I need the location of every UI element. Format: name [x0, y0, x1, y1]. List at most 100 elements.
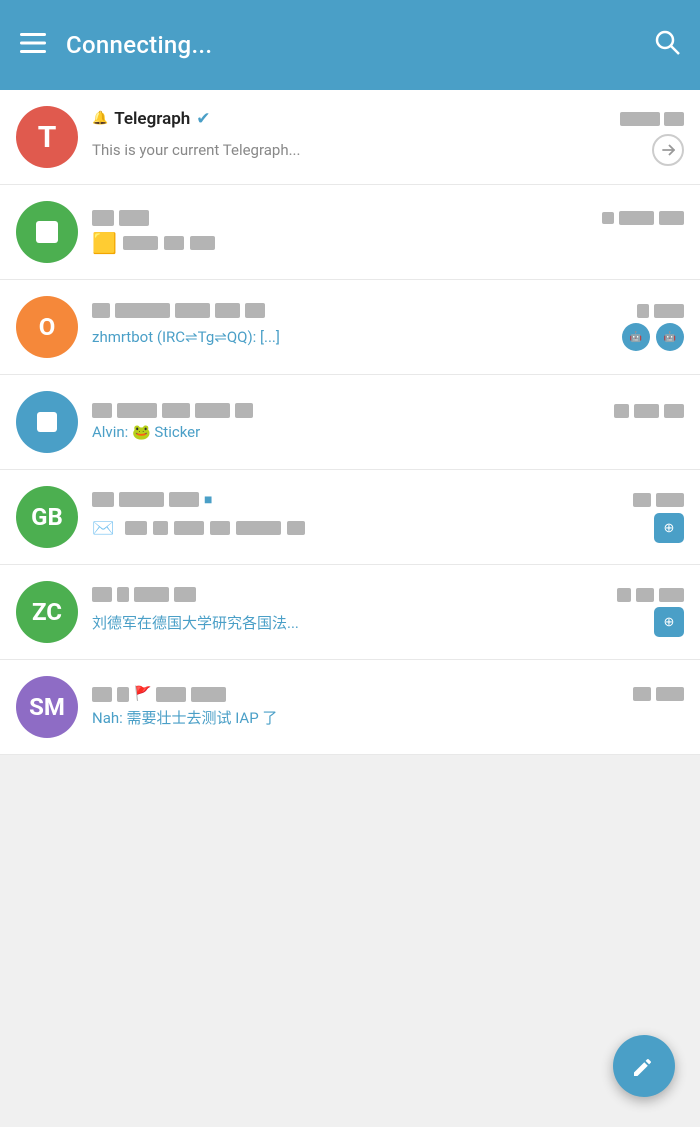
- chat-top: 🔔 Telegraph ✔: [92, 109, 684, 129]
- telegram-icons: 🔔: [92, 111, 108, 126]
- name-blocks: [92, 403, 253, 418]
- preview-blk4: [210, 521, 230, 535]
- chat-top: 🚩: [92, 686, 684, 702]
- name-blk: [245, 303, 265, 318]
- time-blk2: [656, 687, 684, 701]
- chat-content: zhmrtbot (IRC⇌Tg⇌QQ): [...] 🤖 🤖: [92, 303, 684, 351]
- avatar-inner: [36, 221, 58, 243]
- chat-top: [92, 303, 684, 318]
- time-blk3: [664, 404, 684, 418]
- name-blocks: [92, 210, 149, 226]
- chat-preview: This is your current Telegraph...: [92, 141, 644, 159]
- bot-icon: ⊕: [654, 607, 684, 637]
- name-blk: [175, 303, 210, 318]
- chat-item[interactable]: SM 🚩 Nah: 需要壮士去测试 IAP: [0, 660, 700, 755]
- time-blk2: [636, 588, 654, 602]
- chat-bottom: 刘德军在德国大学研究各国法... ⊕: [92, 607, 684, 637]
- preview-blk5: [236, 521, 281, 535]
- bot-avatar2: 🤖: [656, 323, 684, 351]
- preview-blk2: [164, 236, 184, 250]
- chat-preview: Alvin: 🐸 Sticker: [92, 423, 684, 441]
- name-blk: [134, 587, 169, 602]
- bot-icon-right: ⊕: [654, 513, 684, 543]
- name-blk: [191, 687, 226, 702]
- time-blk3: [659, 588, 684, 602]
- time-blk2: [656, 493, 684, 507]
- preview-blk3: [190, 236, 215, 250]
- preview-blk2: [153, 521, 168, 535]
- chat-content: Alvin: 🐸 Sticker: [92, 403, 684, 441]
- chat-item[interactable]: Alvin: 🐸 Sticker: [0, 375, 700, 470]
- chat-top: [92, 210, 684, 226]
- name-blk: [117, 687, 129, 702]
- flag-icon: 🚩: [134, 686, 151, 702]
- preview-row: 🟨: [92, 231, 215, 255]
- blk-blue: ■: [204, 491, 212, 508]
- time-blurred2: [664, 112, 684, 126]
- name-blk: [92, 303, 110, 318]
- chat-top: [92, 587, 684, 602]
- name-blk: [235, 403, 253, 418]
- emoji-gold: 🟨: [92, 231, 117, 255]
- chat-content: ■ ✉️: [92, 491, 684, 543]
- name-blk: [174, 587, 196, 602]
- chat-content: 刘德军在德国大学研究各国法... ⊕: [92, 587, 684, 637]
- chat-preview: zhmrtbot (IRC⇌Tg⇌QQ): [...]: [92, 328, 614, 346]
- name-blk: [92, 492, 114, 507]
- avatar: ZC: [16, 581, 78, 643]
- bot-avatar: 🤖: [622, 323, 650, 351]
- header: Connecting...: [0, 0, 700, 90]
- menu-icon[interactable]: [20, 30, 46, 60]
- time-blk2: [634, 404, 659, 418]
- chat-content: 🚩 Nah: 需要壮士去测试 IAP 了: [92, 686, 684, 728]
- time-blk2: [654, 304, 684, 318]
- chat-item[interactable]: ZC 刘德军在德国大学研究各国法...: [0, 565, 700, 660]
- chat-preview: 刘德军在德国大学研究各国法...: [92, 612, 646, 633]
- time-blk: [637, 304, 649, 318]
- name-blocks: [92, 303, 265, 318]
- name-blk: [92, 403, 112, 418]
- chat-item[interactable]: O zhmrtbot (IRC⇌Tg⇌QQ: [0, 280, 700, 375]
- header-title: Connecting...: [66, 31, 634, 59]
- time-area: [637, 304, 684, 318]
- chat-bottom: ✉️ ⊕: [92, 513, 684, 543]
- envelope-icon: ✉️: [92, 518, 114, 539]
- time-blk: [633, 493, 651, 507]
- chat-top: ■: [92, 491, 684, 508]
- bot-icon: ⊕: [654, 513, 684, 543]
- time-blk2: [619, 211, 654, 225]
- avatar: [16, 201, 78, 263]
- chat-top: [92, 403, 684, 418]
- name-blk: [117, 587, 129, 602]
- forward-icon[interactable]: [652, 134, 684, 166]
- name-blk: [162, 403, 190, 418]
- name-blocks: 🚩: [92, 686, 226, 702]
- chat-item[interactable]: 🟨: [0, 185, 700, 280]
- name-blk: [92, 587, 112, 602]
- preview-blk6: [287, 521, 305, 535]
- time-area: [633, 493, 684, 507]
- time-blk: [633, 687, 651, 701]
- time-area: [617, 588, 684, 602]
- page-wrapper: Connecting... T 🔔 Telegraph ✔: [0, 0, 700, 1127]
- chat-name: Telegraph: [114, 109, 190, 129]
- chat-bottom: Alvin: 🐸 Sticker: [92, 423, 684, 441]
- name-blk: [115, 303, 170, 318]
- chat-content: 🔔 Telegraph ✔ This is your current Teleg…: [92, 109, 684, 166]
- time-area: [602, 211, 684, 225]
- timestamp-area: [620, 112, 684, 126]
- chat-item[interactable]: GB ■ ✉️: [0, 470, 700, 565]
- chat-bottom: Nah: 需要壮士去测试 IAP 了: [92, 707, 684, 728]
- compose-fab[interactable]: [613, 1035, 675, 1097]
- name-blk: [156, 687, 186, 702]
- chat-item[interactable]: T 🔔 Telegraph ✔ This is your current: [0, 90, 700, 185]
- chat-list: T 🔔 Telegraph ✔ This is your current: [0, 90, 700, 755]
- verified-icon: ✔: [196, 109, 210, 129]
- preview-blk3: [174, 521, 204, 535]
- search-icon[interactable]: [654, 29, 680, 62]
- preview-blk: [123, 236, 158, 250]
- avatar: SM: [16, 676, 78, 738]
- chat-bottom: This is your current Telegraph...: [92, 134, 684, 166]
- avatar: GB: [16, 486, 78, 548]
- bot-icon-right: ⊕: [654, 607, 684, 637]
